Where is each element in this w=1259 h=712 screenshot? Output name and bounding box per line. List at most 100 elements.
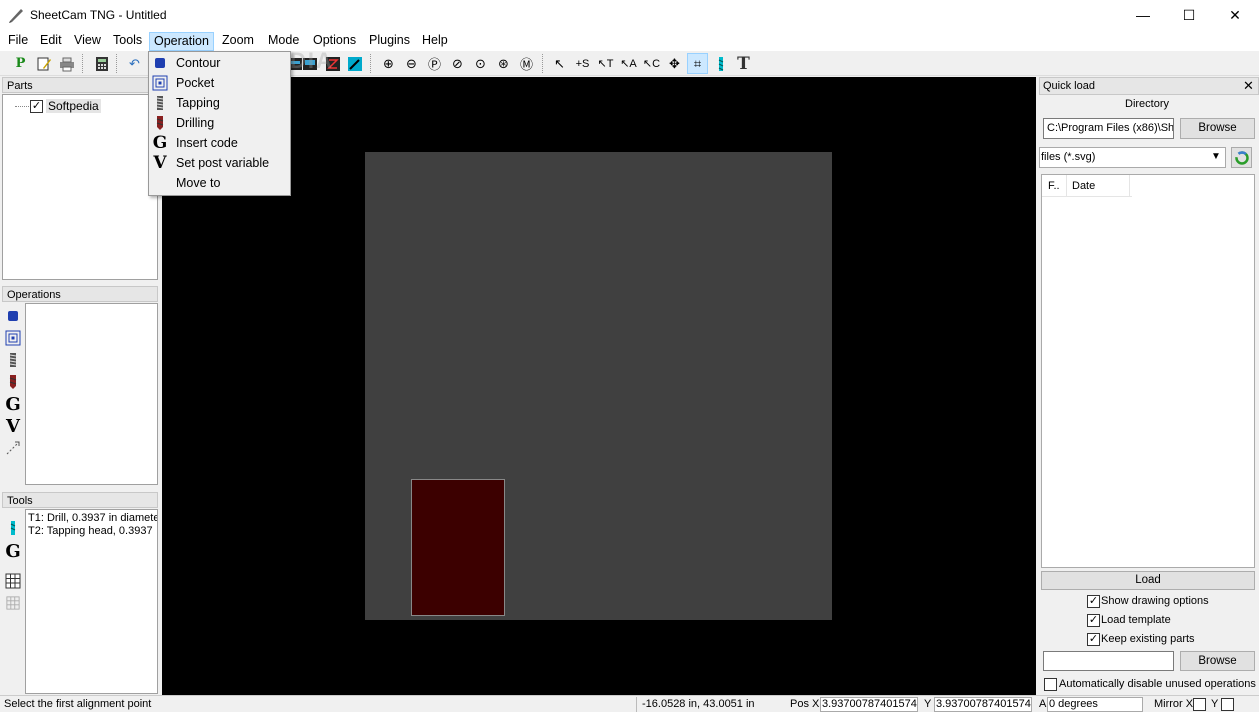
cursor-coordinates: -16.0528 in, 43.0051 in xyxy=(642,698,755,710)
file-list[interactable]: F.. Date xyxy=(1041,174,1255,568)
menu-item-drilling[interactable]: Drilling xyxy=(149,113,290,133)
area-select-icon: ↖A xyxy=(620,58,637,70)
select-text-button[interactable]: ↖T xyxy=(595,53,616,74)
menu-item-label: Contour xyxy=(176,56,221,70)
part-label[interactable]: Softpedia xyxy=(46,99,101,113)
material-sheet xyxy=(365,152,832,620)
zoom-fit-icon: ⊛ xyxy=(498,55,509,71)
directory-browse-button[interactable]: Browse xyxy=(1180,118,1255,139)
zoom-window-button[interactable]: ⊘ xyxy=(447,53,468,74)
auto-disable-label: Automatically disable unused operations xyxy=(1059,678,1256,690)
post-variable-op-button[interactable]: V xyxy=(4,415,22,437)
tapping-op-button[interactable] xyxy=(4,351,22,369)
menu-item-tapping[interactable]: Tapping xyxy=(149,93,290,113)
drilling-icon xyxy=(9,375,17,389)
drilling-op-button[interactable] xyxy=(4,373,22,391)
pocket-icon xyxy=(152,75,168,91)
move-to-op-button[interactable] xyxy=(4,439,22,457)
zoom-part-button[interactable]: Ⓟ xyxy=(424,53,445,74)
insert-code-icon: G xyxy=(152,133,168,153)
select-area-button[interactable]: ↖A xyxy=(618,53,639,74)
select-contour-button[interactable]: ↖C xyxy=(641,53,662,74)
add-tool-button[interactable] xyxy=(4,519,22,537)
menu-view[interactable]: View xyxy=(70,32,105,51)
move-button[interactable]: ✥ xyxy=(664,53,685,74)
contour-op-button[interactable] xyxy=(4,307,22,325)
load-button[interactable]: Load xyxy=(1041,571,1255,590)
close-icon[interactable]: ✕ xyxy=(1243,78,1254,94)
mirror-y-label: Y xyxy=(1211,698,1219,710)
mirror-y-checkbox[interactable] xyxy=(1221,698,1234,711)
part-checkbox[interactable]: ✓ xyxy=(30,100,43,113)
tool-code-button[interactable]: G xyxy=(4,541,22,562)
directory-input[interactable]: C:\Program Files (x86)\She xyxy=(1043,118,1174,139)
select-start-button[interactable]: +S xyxy=(572,53,593,74)
title-bar: SheetCam TNG - Untitled — ☐ ✕ xyxy=(0,0,1259,30)
undo-button[interactable]: ↶ xyxy=(124,53,145,74)
move-to-icon xyxy=(6,441,20,455)
undo-icon: ↶ xyxy=(129,55,140,71)
menu-plugins[interactable]: Plugins xyxy=(365,32,414,51)
angle-field[interactable]: 0 degrees xyxy=(1047,697,1143,712)
pocket-op-button[interactable] xyxy=(4,329,22,347)
minimize-button[interactable]: — xyxy=(1120,0,1166,30)
menu-item-set-post-variable[interactable]: V Set post variable xyxy=(149,153,290,173)
column-header-name[interactable]: F.. xyxy=(1048,180,1060,192)
menu-item-pocket[interactable]: Pocket xyxy=(149,73,290,93)
pos-x-field[interactable]: 3.93700787401574 xyxy=(820,697,918,712)
menu-edit[interactable]: Edit xyxy=(36,32,66,51)
menu-item-label: Insert code xyxy=(176,136,238,150)
text-button[interactable]: T xyxy=(733,53,754,74)
toolbar-separator xyxy=(542,54,543,73)
refresh-button[interactable] xyxy=(1231,147,1252,168)
edit-post-button[interactable] xyxy=(33,53,54,74)
print-button[interactable] xyxy=(56,53,77,74)
zoom-in-button[interactable]: ⊕ xyxy=(378,53,399,74)
tool-item[interactable]: T1: Drill, 0.3937 in diamete xyxy=(28,512,157,524)
menu-item-insert-code[interactable]: G Insert code xyxy=(149,133,290,153)
drawing-canvas[interactable] xyxy=(162,77,1036,695)
auto-disable-checkbox[interactable] xyxy=(1044,678,1057,691)
insert-code-op-button[interactable]: G xyxy=(4,394,22,415)
menu-item-contour[interactable]: Contour xyxy=(149,53,290,73)
template-input[interactable] xyxy=(1043,651,1174,671)
close-button[interactable]: ✕ xyxy=(1212,0,1258,30)
tool-table-disabled-button[interactable] xyxy=(4,594,22,612)
zoom-out-icon: ⊖ xyxy=(406,55,417,71)
load-template-checkbox[interactable]: ✓ xyxy=(1087,614,1100,627)
rapid-button[interactable] xyxy=(344,53,365,74)
part-shape[interactable] xyxy=(411,479,505,616)
table-disabled-icon xyxy=(6,596,20,610)
filter-select[interactable]: files (*.svg) ▼ xyxy=(1039,147,1226,168)
menu-item-label: Move to xyxy=(176,176,221,190)
menu-file[interactable]: File xyxy=(4,32,32,51)
zoom-out-button[interactable]: ⊖ xyxy=(401,53,422,74)
menu-item-move-to[interactable]: Move to xyxy=(149,173,290,193)
template-browse-button[interactable]: Browse xyxy=(1180,651,1255,671)
mirror-x-checkbox[interactable] xyxy=(1193,698,1206,711)
menu-tools[interactable]: Tools xyxy=(109,32,146,51)
show-drawing-options-checkbox[interactable]: ✓ xyxy=(1087,595,1100,608)
tool-button[interactable] xyxy=(710,53,731,74)
zoom-fit-button[interactable]: ⊛ xyxy=(493,53,514,74)
status-message: Select the first alignment point xyxy=(4,698,152,710)
parts-panel-title: Parts xyxy=(2,77,158,93)
post-process-button[interactable]: P xyxy=(10,53,31,74)
contour-icon xyxy=(8,311,18,321)
post-variable-icon: V xyxy=(6,415,20,437)
menu-help[interactable]: Help xyxy=(418,32,452,51)
align-button[interactable]: ⌗ xyxy=(687,53,708,74)
column-header-date[interactable]: Date xyxy=(1072,180,1095,192)
tool-table-button[interactable] xyxy=(4,572,22,590)
select-button[interactable]: ↖ xyxy=(549,53,570,74)
zoom-machine-button[interactable]: Ⓜ xyxy=(516,53,537,74)
tools-list[interactable]: T1: Drill, 0.3937 in diamete T2: Tapping… xyxy=(25,509,158,694)
tool-item[interactable]: T2: Tapping head, 0.3937 xyxy=(28,525,153,537)
maximize-button[interactable]: ☐ xyxy=(1166,0,1212,30)
operations-list[interactable] xyxy=(25,303,158,485)
pos-y-field[interactable]: 3.93700787401574 xyxy=(934,697,1032,712)
calculator-button[interactable] xyxy=(91,53,112,74)
zoom-all-button[interactable]: ⊙ xyxy=(470,53,491,74)
keep-existing-parts-checkbox[interactable]: ✓ xyxy=(1087,633,1100,646)
table-icon xyxy=(5,573,21,589)
